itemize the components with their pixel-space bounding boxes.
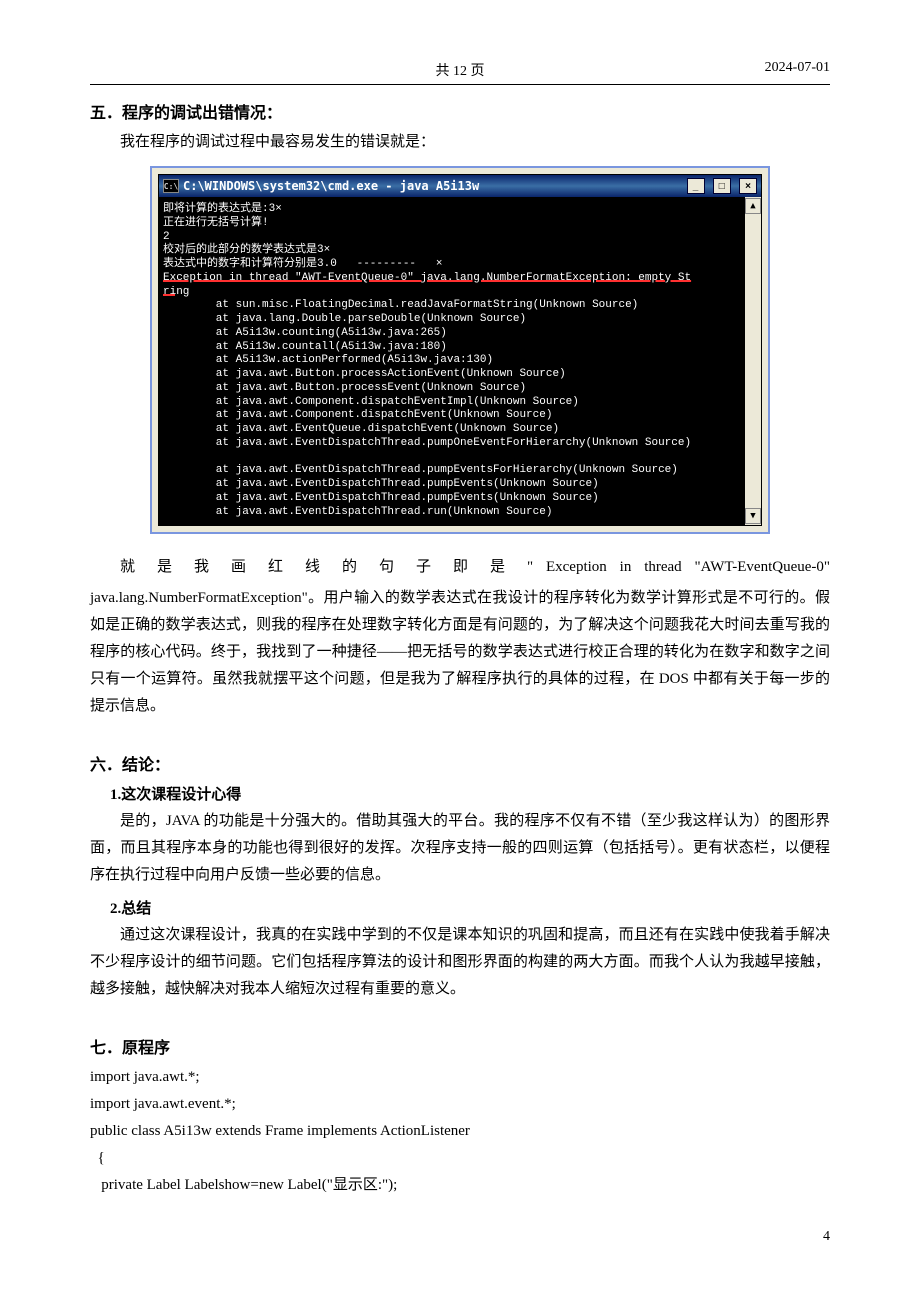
minimize-icon: _ [687,178,705,194]
source-code: import java.awt.*; import java.awt.event… [90,1064,830,1199]
scroll-up-icon: ▲ [745,198,761,214]
cmd-window: C:\ C:\WINDOWS\system32\cmd.exe - java A… [158,174,762,526]
cmd-trace-line: at java.awt.Component.dispatchEvent(Unkn… [163,409,552,421]
header-date: 2024-07-01 [680,60,830,80]
cmd-trace-line: at A5i13w.countall(A5i13w.java:180) [163,341,447,353]
cmd-trace-line: at java.awt.Button.processActionEvent(Un… [163,368,566,380]
cmd-screenshot-frame: C:\ C:\WINDOWS\system32\cmd.exe - java A… [150,166,770,534]
cmd-trace-line: at java.awt.EventDispatchThread.pumpOneE… [163,437,691,449]
cmd-trace-line: at A5i13w.counting(A5i13w.java:265) [163,327,447,339]
cmd-trace-line: at java.awt.EventDispatchThread.pumpEven… [163,464,678,476]
cmd-line: 正在进行无括号计算! [163,217,269,229]
section-5-explain-line1: 就 是 我 画 红 线 的 句 子 即 是 " Exception in thr… [90,554,830,581]
page-number: 4 [90,1229,830,1245]
section-6-title: 六．结论： [90,751,830,775]
cmd-icon: C:\ [163,179,179,193]
section-6-sub2-title: 2.总结 [110,897,830,918]
section-5-title: 五．程序的调试出错情况： [90,99,830,123]
header-center: 共 12 页 [240,60,680,80]
close-icon: × [739,178,757,194]
cmd-title-text: C:\WINDOWS\system32\cmd.exe - java A5i13… [183,179,479,193]
code-line: private Label Labelshow=new Label("显示区:"… [90,1177,397,1193]
cmd-scrollbar: ▲ ▼ [745,197,761,525]
cmd-line: 表达式中的数字和计算符分别是3.0 --------- × [163,258,442,270]
cmd-trace-line: at java.awt.EventDispatchThread.pumpEven… [163,492,599,504]
cmd-trace-line: at java.awt.EventDispatchThread.run(Unkn… [163,506,552,518]
section-5-explain-body: java.lang.NumberFormatException"。用户输入的数学… [90,585,830,720]
cmd-trace-line: at java.awt.EventQueue.dispatchEvent(Unk… [163,423,559,435]
section-6-sub1-body: 是的，JAVA 的功能是十分强大的。借助其强大的平台。我的程序不仅有不错（至少我… [90,808,830,889]
section-6-sub1-title: 1.这次课程设计心得 [110,783,830,804]
cmd-trace-line: at java.lang.Double.parseDouble(Unknown … [163,313,526,325]
cmd-titlebar: C:\ C:\WINDOWS\system32\cmd.exe - java A… [159,175,761,197]
cmd-line: 2 [163,231,170,243]
cmd-trace-line: at java.awt.EventDispatchThread.pumpEven… [163,478,599,490]
code-line: import java.awt.event.*; [90,1096,236,1112]
code-line: public class A5i13w extends Frame implem… [90,1123,470,1139]
section-6-sub2-body: 通过这次课程设计，我真的在实践中学到的不仅是课本知识的巩固和提高，而且还有在实践… [90,922,830,1003]
cmd-trace-line: at java.awt.Button.processEvent(Unknown … [163,382,526,394]
section-5-intro: 我在程序的调试过程中最容易发生的错误就是： [90,129,830,156]
maximize-icon: □ [713,178,731,194]
cmd-trace-line: at sun.misc.FloatingDecimal.readJavaForm… [163,299,638,311]
section-7-title: 七．原程序 [90,1034,830,1058]
page-header: 共 12 页 2024-07-01 [90,60,830,85]
code-line: { [90,1150,105,1166]
code-line: import java.awt.*; [90,1069,200,1085]
scroll-down-icon: ▼ [745,508,761,524]
cmd-line: 即将计算的表达式是:3× [163,203,282,215]
cmd-trace-line: at A5i13w.actionPerformed(A5i13w.java:13… [163,354,493,366]
cmd-line: 校对后的此部分的数学表达式是3× [163,244,330,256]
cmd-exception-line: Exception in thread "AWT-EventQueue-0" j… [163,272,691,284]
cmd-exception-line: ring [163,286,189,298]
cmd-output: 即将计算的表达式是:3× 正在进行无括号计算! 2 校对后的此部分的数学表达式是… [159,197,745,525]
cmd-trace-line: at java.awt.Component.dispatchEventImpl(… [163,396,579,408]
